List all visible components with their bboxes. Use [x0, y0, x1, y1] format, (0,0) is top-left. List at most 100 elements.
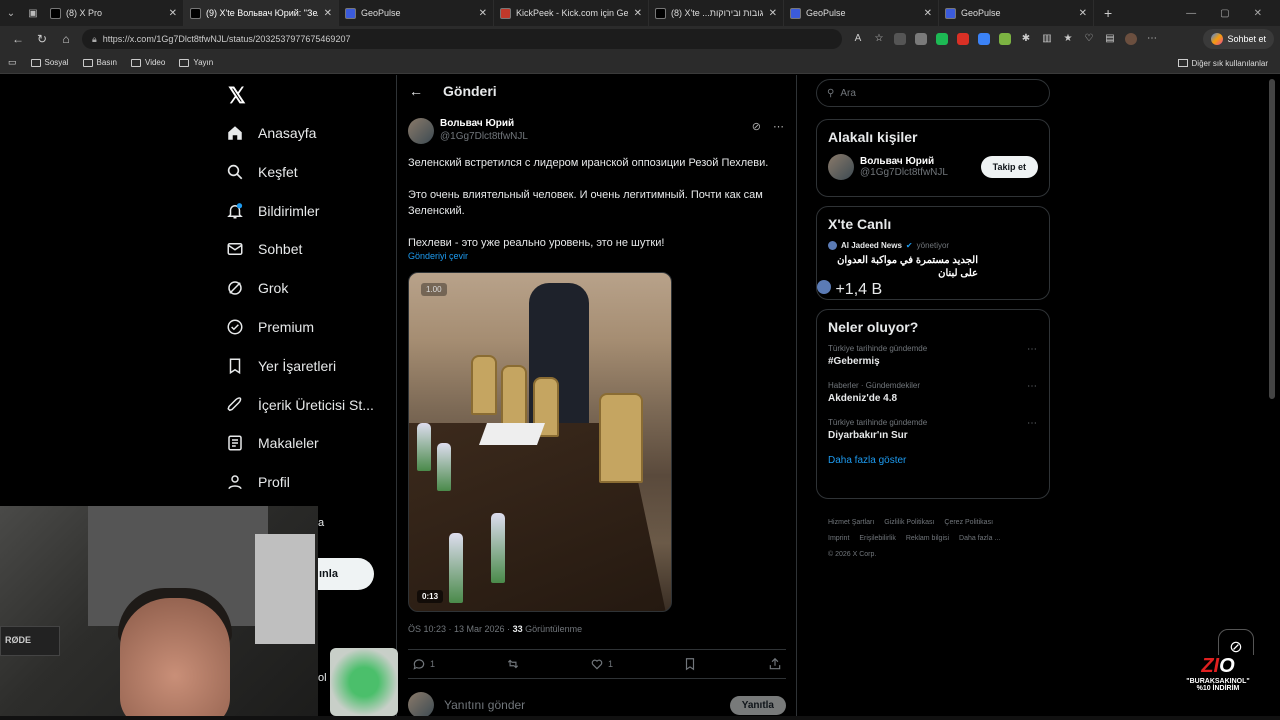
author-name[interactable]: Вольвач Юрий: [440, 118, 528, 129]
copilot-chat-button[interactable]: Sohbet et: [1203, 29, 1274, 49]
close-window-button[interactable]: ✕: [1254, 8, 1262, 19]
home-icon[interactable]: ⌂: [54, 32, 78, 46]
reply-submit-button[interactable]: Yanıtla: [729, 695, 786, 715]
scrollbar[interactable]: [1269, 79, 1275, 399]
extension-icon[interactable]: [894, 33, 906, 45]
bookmark-folder[interactable]: Video: [131, 58, 165, 67]
extension-icon[interactable]: [936, 33, 948, 45]
x-logo-icon[interactable]: 𝕏: [228, 83, 246, 109]
browser-tab[interactable]: GeoPulse ✕: [339, 0, 494, 26]
workspaces-icon[interactable]: ▣: [22, 0, 44, 26]
split-screen-icon[interactable]: ▥: [1041, 33, 1053, 45]
related-name[interactable]: Вольвач Юрий: [860, 156, 948, 167]
repost-button[interactable]: [506, 657, 520, 671]
browser-tab[interactable]: (8) X Pro ✕: [44, 0, 184, 26]
browser-tab[interactable]: (9) X'te Вольвач Юрий: "Зеленс ✕: [184, 0, 339, 26]
bookmark-button[interactable]: [683, 657, 697, 671]
translate-icon[interactable]: [978, 33, 990, 45]
footer-link[interactable]: Hizmet Şartları: [828, 519, 874, 526]
browser-tab[interactable]: GeoPulse ✕: [784, 0, 939, 26]
post-author[interactable]: Вольвач Юрий @1Gg7Dlct8tfwNJL: [408, 118, 528, 144]
reply-input[interactable]: Yanıtını gönder: [444, 698, 720, 712]
avatar[interactable]: [408, 118, 434, 144]
nav-item-search[interactable]: Keşfet: [226, 159, 298, 185]
related-person[interactable]: Вольвач Юрий @1Gg7Dlct8tfwNJL Takip et: [817, 154, 1049, 180]
back-arrow-icon[interactable]: ←: [409, 83, 423, 99]
more-menu-icon[interactable]: ⋯: [1146, 33, 1158, 45]
trend-item[interactable]: Haberler · Gündemdekiler Akdeniz'de 4.8 …: [817, 381, 1049, 404]
close-tab-icon[interactable]: ✕: [479, 8, 487, 19]
nav-item-rocket[interactable]: İçerik Üreticisi St...: [226, 392, 374, 418]
bookmark-folder[interactable]: Basın: [82, 58, 117, 67]
close-tab-icon[interactable]: ✕: [324, 8, 332, 19]
browser-tab[interactable]: GeoPulse ✕: [939, 0, 1094, 26]
nav-item-bell[interactable]: Bildirimler: [226, 198, 319, 224]
nav-item-partial[interactable]: a: [318, 517, 324, 529]
browser-tab[interactable]: (8) X'te ...ארם לגל תגובות ובירוקות ✕: [649, 0, 784, 26]
nav-item-grok[interactable]: Grok: [226, 275, 288, 301]
extension-icon[interactable]: [957, 33, 969, 45]
browser-tab[interactable]: KickPeek - Kick.com için Gerçek Z ✕: [494, 0, 649, 26]
footer-link[interactable]: Reklam bilgisi: [906, 535, 949, 542]
folder-icon: [30, 58, 41, 67]
author-handle[interactable]: @1Gg7Dlct8tfwNJL: [440, 131, 528, 142]
post-video[interactable]: 1.00 0:13: [408, 272, 672, 612]
extension-icon[interactable]: [915, 33, 927, 45]
nav-item-bookmark[interactable]: Yer İşaretleri: [226, 353, 336, 379]
reply-button[interactable]: 1: [412, 657, 435, 671]
more-options-icon[interactable]: ⋯: [1027, 344, 1037, 355]
nav-item-article[interactable]: Makaleler: [226, 430, 319, 456]
show-more-link[interactable]: Daha fazla göster: [817, 455, 1049, 476]
favorites-icon[interactable]: ★: [1062, 33, 1074, 45]
bookmarks-menu-icon[interactable]: ▭: [8, 57, 17, 68]
heart-icon[interactable]: ♡: [1083, 33, 1095, 45]
nav-item-profile[interactable]: Profil: [226, 469, 290, 495]
collections-icon[interactable]: ▤: [1104, 33, 1116, 45]
footer-link[interactable]: Gizlilik Politikası: [884, 519, 934, 526]
post-timestamp[interactable]: ÖS 10:23 · 13 Mar 2026 ·: [408, 624, 513, 634]
minimize-button[interactable]: —: [1186, 8, 1196, 19]
footer-link[interactable]: Erişilebilirlik: [859, 535, 896, 542]
bookmark-folder[interactable]: Sosyal: [30, 58, 69, 67]
favorite-star-icon[interactable]: ☆: [873, 33, 885, 45]
live-listeners-pill[interactable]: +1,4 B: [817, 280, 1049, 299]
extension-icon[interactable]: [999, 33, 1011, 45]
back-icon[interactable]: ←: [6, 32, 30, 46]
avatar[interactable]: [828, 154, 854, 180]
nav-item-mail[interactable]: Sohbet: [226, 236, 302, 262]
more-options-icon[interactable]: ⋯: [1027, 381, 1037, 392]
account-switcher-partial[interactable]: ol: [318, 672, 327, 684]
new-tab-button[interactable]: +: [1104, 5, 1112, 21]
footer-link[interactable]: Imprint: [828, 535, 849, 542]
post-button[interactable]: ınla: [318, 558, 374, 590]
footer-link[interactable]: Çerez Politikası: [944, 519, 993, 526]
close-tab-icon[interactable]: ✕: [169, 8, 177, 19]
more-options-icon[interactable]: ⋯: [773, 120, 784, 133]
tab-list-button[interactable]: ⌄: [0, 0, 22, 26]
live-item[interactable]: Al Jadeed News ✔ yönetiyor الجديد مستمرة…: [817, 241, 1049, 280]
nav-item-premium[interactable]: Premium: [226, 314, 314, 340]
nav-item-home[interactable]: Anasayfa: [226, 120, 316, 146]
other-bookmarks[interactable]: Diğer sık kullanılanlar: [1177, 52, 1268, 74]
bookmark-folder[interactable]: Yayın: [179, 58, 213, 67]
share-button[interactable]: [768, 657, 782, 671]
close-tab-icon[interactable]: ✕: [924, 8, 932, 19]
like-button[interactable]: 1: [590, 657, 613, 671]
footer-link[interactable]: Daha fazla ...: [959, 535, 1000, 542]
follow-button[interactable]: Takip et: [980, 156, 1038, 178]
close-tab-icon[interactable]: ✕: [769, 8, 777, 19]
maximize-button[interactable]: ▢: [1220, 8, 1229, 19]
trend-item[interactable]: Türkiye tarihinde gündemde Diyarbakır'ın…: [817, 418, 1049, 441]
trend-item[interactable]: Türkiye tarihinde gündemde #Gebermiş ⋯: [817, 344, 1049, 367]
grok-icon[interactable]: ⊘: [752, 120, 761, 133]
url-field[interactable]: 🔒︎ https://x.com/1Gg7Dlct8tfwNJL/status/…: [82, 29, 842, 49]
close-tab-icon[interactable]: ✕: [634, 8, 642, 19]
profile-avatar[interactable]: [1125, 33, 1137, 45]
read-aloud-icon[interactable]: A: [852, 33, 864, 45]
more-options-icon[interactable]: ⋯: [1027, 418, 1037, 429]
extensions-puzzle-icon[interactable]: ✱: [1020, 33, 1032, 45]
translate-post-link[interactable]: Gönderiyi çevir: [408, 251, 468, 261]
search-input[interactable]: ⚲ Ara: [816, 79, 1050, 107]
reload-icon[interactable]: ↻: [30, 32, 54, 46]
close-tab-icon[interactable]: ✕: [1079, 8, 1087, 19]
